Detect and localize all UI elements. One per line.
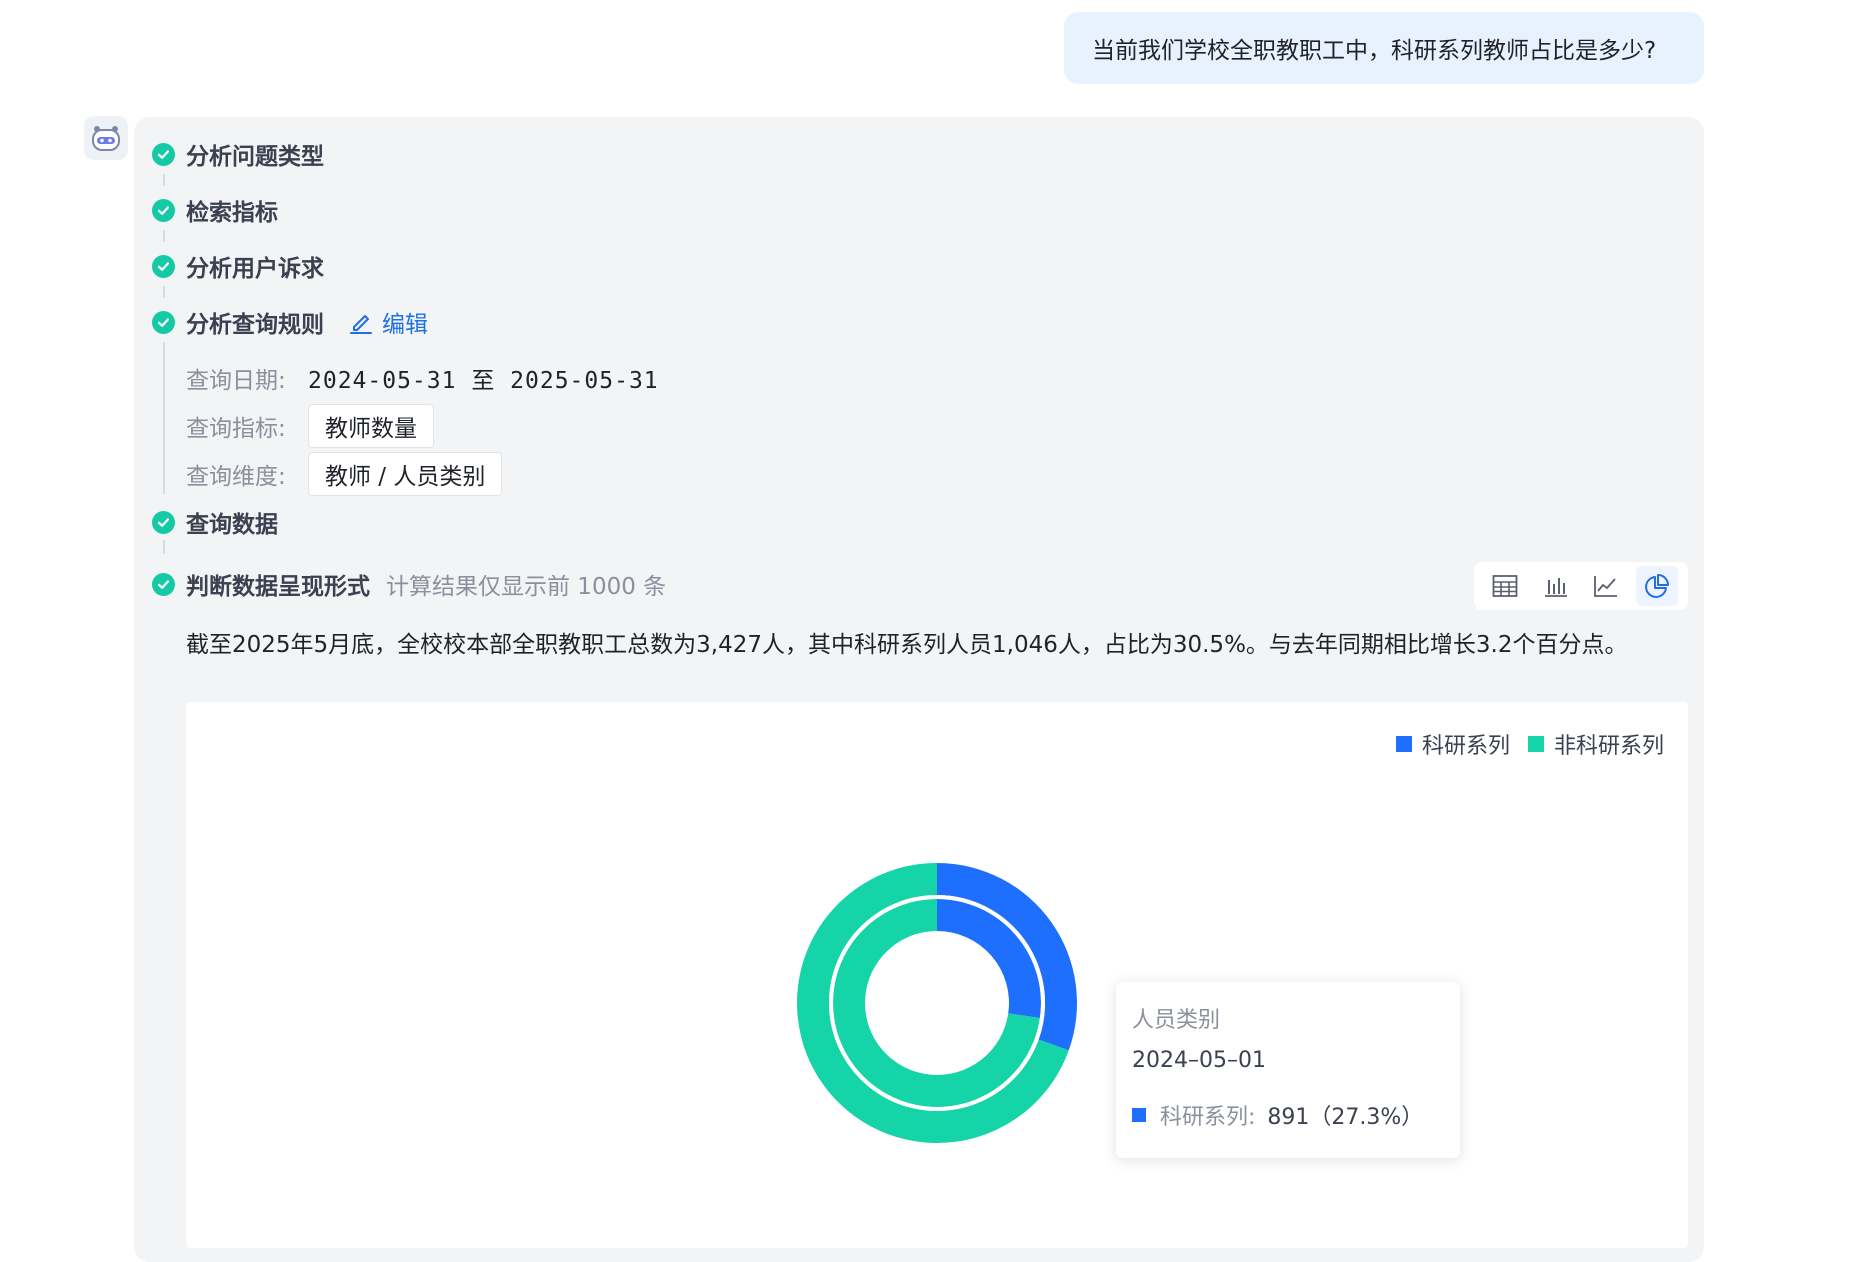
step-label: 分析用户诉求: [186, 256, 324, 282]
step-connector: [163, 286, 165, 298]
query-date-label: 查询日期:: [186, 368, 286, 394]
chart-card: 科研系列 非科研系列 人员类别 2024–05–01 科研系列: 891（27.…: [186, 702, 1688, 1248]
chart-type-toolbar: [1474, 562, 1688, 610]
table-icon: [1492, 575, 1518, 597]
step-analyze-query-rules: 分析查询规则 编辑: [152, 305, 428, 339]
step-search-metrics: 检索指标: [152, 193, 278, 227]
check-circle-icon: [152, 142, 175, 166]
query-date-value: 2024-05-31 至 2025-05-31: [308, 368, 659, 394]
step-connector: [163, 540, 165, 554]
check-circle-icon: [152, 572, 175, 596]
edit-icon: [350, 315, 372, 334]
result-limit-hint: 计算结果仅显示前 1000 条: [386, 574, 667, 600]
query-dimension-label: 查询维度:: [186, 464, 286, 490]
donut-chart: [797, 863, 1077, 1143]
pie-chart-icon: [1644, 574, 1669, 598]
query-metric-row: 查询指标: 教师数量: [186, 404, 434, 448]
bar-chart-view-button[interactable]: [1535, 566, 1577, 606]
chart-tooltip: 人员类别 2024–05–01 科研系列: 891（27.3%）: [1116, 982, 1460, 1158]
step-label: 分析问题类型: [186, 144, 324, 170]
line-chart-icon: [1594, 576, 1618, 597]
query-metric-label: 查询指标:: [186, 416, 286, 442]
step-connector: [163, 174, 165, 186]
robot-icon: [92, 126, 120, 151]
step-analyze-user-needs: 分析用户诉求: [152, 249, 324, 283]
query-date-row: 查询日期: 2024-05-31 至 2025-05-31: [186, 358, 659, 398]
check-circle-icon: [152, 310, 175, 334]
answer-summary: 截至2025年5月底，全校校本部全职教职工总数为3,427人，其中科研系列人员1…: [186, 632, 1628, 658]
step-label: 判断数据呈现形式: [186, 574, 370, 600]
query-dimension-row: 查询维度: 教师 / 人员类别: [186, 452, 503, 496]
tooltip-title: 人员类别: [1132, 1008, 1221, 1033]
step-label: 查询数据: [186, 512, 278, 538]
user-message-bubble: 当前我们学校全职教职工中，科研系列教师占比是多少?: [1064, 12, 1704, 84]
step-query-data: 查询数据: [152, 505, 278, 539]
user-message-text: 当前我们学校全职教职工中，科研系列教师占比是多少?: [1092, 38, 1657, 64]
tooltip-series-value: 891（27.3%）: [1267, 1105, 1424, 1130]
step-label: 分析查询规则: [186, 312, 324, 338]
step-analyze-question-type: 分析问题类型: [152, 137, 324, 171]
tooltip-row: 科研系列: 891（27.3%）: [1132, 1099, 1444, 1131]
line-chart-view-button[interactable]: [1585, 566, 1627, 606]
tooltip-swatch: [1132, 1108, 1146, 1122]
query-dimension-tag: 教师 / 人员类别: [308, 452, 503, 496]
edit-label: 编辑: [382, 312, 428, 338]
edit-rules-button[interactable]: 编辑: [348, 305, 428, 339]
tooltip-series-label: 科研系列:: [1160, 1105, 1256, 1130]
step-label: 检索指标: [186, 200, 278, 226]
assistant-avatar: [84, 116, 128, 160]
step-connector: [163, 342, 165, 494]
step-determine-presentation: 判断数据呈现形式 计算结果仅显示前 1000 条: [152, 567, 666, 601]
query-metric-tag: 教师数量: [308, 404, 434, 448]
table-view-button[interactable]: [1484, 566, 1526, 606]
pie-chart-view-button[interactable]: [1635, 566, 1678, 606]
bar-chart-icon: [1544, 578, 1567, 597]
check-circle-icon: [152, 198, 175, 222]
check-circle-icon: [152, 510, 175, 534]
check-circle-icon: [152, 254, 175, 278]
tooltip-date: 2024–05–01: [1132, 1048, 1266, 1073]
step-connector: [163, 230, 165, 242]
